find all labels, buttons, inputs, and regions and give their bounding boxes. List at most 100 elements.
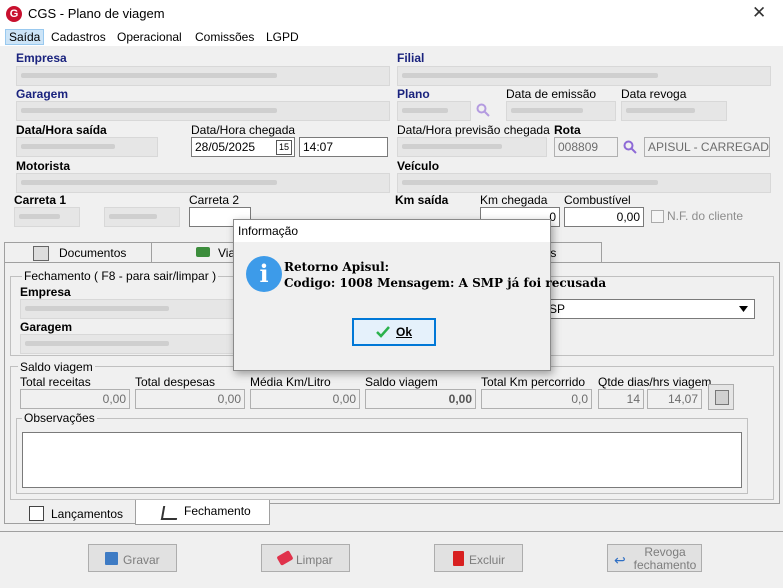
chegada-hora-input[interactable]: 14:07: [299, 137, 388, 157]
rota-codigo-field: 008809: [554, 137, 618, 157]
tab-lancamentos-label: Lançamentos: [51, 507, 124, 521]
fech-select-value: SP: [549, 302, 566, 316]
tab-lancamentos[interactable]: Lançamentos: [4, 503, 137, 524]
total-receitas-label: Total receitas: [20, 375, 91, 389]
total-despesas-field: 0,00: [135, 389, 245, 409]
observacoes-textarea[interactable]: [22, 432, 742, 488]
gravar-label: Gravar: [123, 553, 160, 567]
ok-label: Ok: [396, 325, 413, 339]
excluir-button[interactable]: Excluir: [434, 544, 523, 572]
plano-label: Plano: [397, 87, 430, 101]
garagem-field[interactable]: [16, 101, 390, 121]
window-title: CGS - Plano de viagem: [28, 6, 165, 21]
nf-cliente-label: N.F. do cliente: [667, 209, 744, 223]
chevron-down-icon: [739, 306, 748, 312]
fech-select[interactable]: SP: [540, 299, 755, 319]
fech-empresa-field[interactable]: [20, 299, 234, 319]
info-icon: i: [246, 256, 282, 292]
data-revoga-label: Data revoga: [621, 87, 687, 101]
saldo-viagem-field: 0,00: [365, 389, 476, 409]
tab-viagem[interactable]: Via: [151, 242, 243, 263]
rota-codigo-value: 008809: [558, 140, 599, 154]
fech-garagem-label: Garagem: [20, 320, 73, 334]
tab-documentos-label: Documentos: [59, 246, 127, 260]
total-despesas-label: Total despesas: [135, 375, 216, 389]
carreta1-field[interactable]: [14, 207, 80, 227]
calendar-icon[interactable]: 15: [276, 140, 292, 155]
fech-garagem-field[interactable]: [20, 334, 234, 354]
revoga-label-line2: fechamento: [633, 558, 697, 572]
close-icon[interactable]: ✕: [752, 3, 766, 23]
menu-cadastros[interactable]: Cadastros: [51, 30, 106, 44]
filial-field[interactable]: [397, 66, 771, 86]
dialog-title: Informação: [238, 224, 299, 238]
empresa-field[interactable]: [16, 66, 390, 86]
gravar-button[interactable]: Gravar: [88, 544, 177, 572]
revoga-label-line1: Revoga: [644, 545, 686, 559]
data-emissao-label: Data de emissão: [506, 87, 597, 101]
observacoes-legend: Observações: [22, 411, 97, 425]
media-km-label: Média Km/Litro: [250, 375, 331, 389]
trash-icon: [453, 551, 464, 566]
saldo-viagem-label: Saldo viagem: [365, 375, 438, 389]
revoga-fechamento-button[interactable]: ↩ Revoga fechamento: [607, 544, 702, 572]
data-hora-chegada-label: Data/Hora chegada: [191, 123, 296, 137]
data-revoga-field: [621, 101, 727, 121]
qtde-dias-value: 14: [626, 392, 640, 406]
revoga-label: Revoga fechamento: [632, 546, 698, 572]
rota-search-icon[interactable]: [623, 140, 637, 154]
nf-cliente-checkbox[interactable]: [651, 210, 664, 223]
carreta1-label: Carreta 1: [14, 193, 67, 207]
checkmark-icon: [376, 326, 390, 338]
tab-fechamento[interactable]: Fechamento: [135, 500, 270, 525]
plano-field[interactable]: [397, 101, 471, 121]
media-km-value: 0,00: [332, 392, 356, 406]
menu-lgpd[interactable]: LGPD: [266, 30, 299, 44]
chegada-hora-value: 14:07: [303, 140, 334, 154]
total-km-field: 0,0: [481, 389, 592, 409]
truck-icon: [196, 247, 210, 257]
tab-documentos[interactable]: Documentos: [4, 242, 153, 263]
tab-fechamento-label: Fechamento: [184, 504, 251, 518]
veiculo-field[interactable]: [397, 173, 771, 193]
excluir-label: Excluir: [469, 553, 506, 567]
app-logo-icon: G: [6, 6, 22, 22]
total-despesas-value: 0,00: [217, 392, 241, 406]
total-km-value: 0,0: [571, 392, 588, 406]
check-pen-icon: [160, 506, 180, 520]
data-hora-saida-field[interactable]: [16, 137, 158, 157]
data-hora-previsao-field: [397, 137, 547, 157]
limpar-label: Limpar: [296, 553, 333, 567]
bottom-separator: [0, 531, 783, 532]
filial-label: Filial: [397, 51, 425, 65]
documents-icon: [33, 246, 49, 261]
info-dialog: Informação i Retorno Apisul: Codigo: 100…: [233, 219, 606, 371]
search-icon[interactable]: [476, 103, 490, 117]
fech-empresa-label: Empresa: [20, 285, 71, 299]
limpar-button[interactable]: Limpar: [261, 544, 350, 572]
menu-operacional[interactable]: Operacional: [117, 30, 182, 44]
fechamento-legend: Fechamento ( F8 - para sair/limpar ): [22, 269, 219, 283]
ok-button[interactable]: Ok: [352, 318, 436, 346]
chegada-data-value: 28/05/2025: [195, 140, 256, 154]
carreta1-desc-field: [104, 207, 180, 227]
data-hora-previsao-label: Data/Hora previsão chegada: [397, 123, 550, 137]
dialog-message-line2: Codigo: 1008 Mensagem: A SMP já foi recu…: [284, 276, 607, 290]
empresa-label: Empresa: [16, 51, 67, 65]
dialog-body: i Retorno Apisul: Codigo: 1008 Mensagem:…: [234, 242, 606, 370]
motorista-label: Motorista: [16, 159, 70, 173]
menu-comissoes[interactable]: Comissões: [195, 30, 254, 44]
rota-descricao-field: APISUL - CARREGADO -: [644, 137, 770, 157]
veiculo-label: Veículo: [397, 159, 440, 173]
total-receitas-value: 0,00: [102, 392, 126, 406]
dialog-message-line1: Retorno Apisul:: [284, 260, 390, 274]
media-km-field: 0,00: [250, 389, 360, 409]
menu-saida[interactable]: Saída: [4, 29, 45, 45]
eraser-icon: [276, 550, 294, 566]
calculator-button[interactable]: [708, 384, 734, 410]
qtde-hrs-field: 14,07: [647, 389, 702, 409]
combustivel-label: Combustível: [564, 193, 631, 207]
garagem-label: Garagem: [16, 87, 69, 101]
motorista-field[interactable]: [16, 173, 390, 193]
combustivel-input[interactable]: 0,00: [564, 207, 644, 227]
